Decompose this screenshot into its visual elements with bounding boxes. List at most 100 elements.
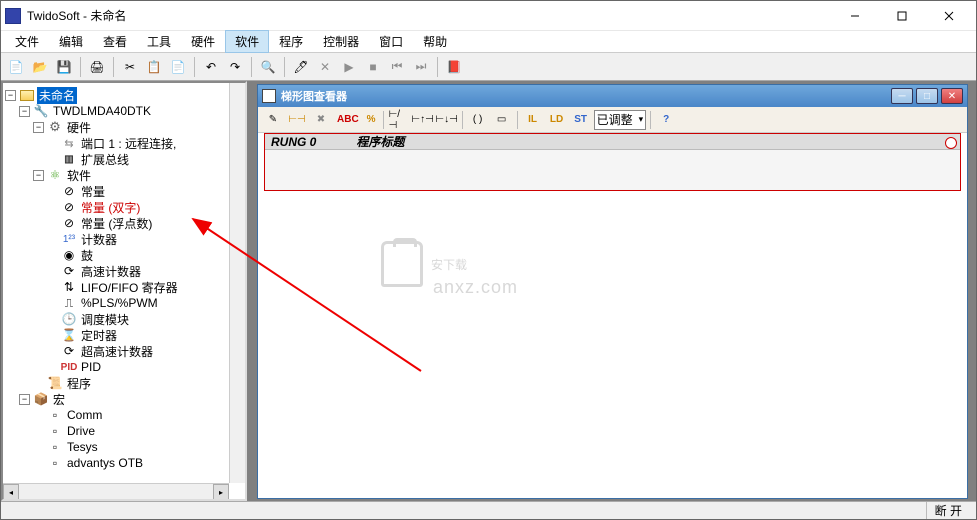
ladder-block-button[interactable]: ▭	[491, 110, 513, 130]
separator	[113, 57, 114, 77]
tree-software[interactable]: −⚛软件	[5, 167, 247, 183]
ladder-help-button[interactable]: ?	[655, 110, 677, 130]
child-toolbar: ✎ ⊢⊣ ✖ ABC % ⊢/⊣ ⊢↑⊣ ⊢↓⊣ ( ) ▭ IL LD ST …	[258, 107, 967, 133]
redo-button[interactable]: ↷	[224, 56, 246, 78]
ladder-symbol-button[interactable]: ABC	[334, 110, 362, 130]
tree-lifo-fifo[interactable]: ⇅LIFO/FIFO 寄存器	[5, 279, 247, 295]
menu-view[interactable]: 查看	[93, 30, 137, 53]
paste-button[interactable]: 📄	[167, 56, 189, 78]
child-close-button[interactable]: ✕	[941, 88, 963, 104]
tree-constant-float[interactable]: ⊘常量 (浮点数)	[5, 215, 247, 231]
print-button[interactable]: 🖨	[86, 56, 108, 78]
tree-constant-dword[interactable]: ⊘常量 (双字)	[5, 199, 247, 215]
separator	[462, 111, 463, 129]
menu-controller[interactable]: 控制器	[313, 30, 369, 53]
ladder-step-button[interactable]: ST	[570, 110, 592, 130]
menu-hardware[interactable]: 硬件	[181, 30, 225, 53]
disconnect-button[interactable]: ✕	[314, 56, 336, 78]
connect-button[interactable]: 🖊	[290, 56, 312, 78]
menu-help[interactable]: 帮助	[413, 30, 457, 53]
tree-very-high-speed-counter[interactable]: ⟳超高速计数器	[5, 343, 247, 359]
separator	[437, 57, 438, 77]
run-button[interactable]: ▶	[338, 56, 360, 78]
menu-edit[interactable]: 编辑	[49, 30, 93, 53]
ladder-nc-contact-button[interactable]: ⊢/⊣	[388, 110, 410, 130]
ladder-ld-button[interactable]: LD	[546, 110, 568, 130]
scroll-left-icon[interactable]: ◂	[3, 484, 19, 500]
mdi-area: 梯形图查看器 ─ □ ✕ ✎ ⊢⊣ ✖ ABC % ⊢/⊣ ⊢↑⊣ ⊢↓⊣ ( …	[247, 81, 976, 501]
child-titlebar[interactable]: 梯形图查看器 ─ □ ✕	[258, 85, 967, 107]
stop-button[interactable]: ■	[362, 56, 384, 78]
tree-panel[interactable]: −未命名 −🔧TWDLMDA40DTK −⚙硬件 ⇆端口 1 : 远程连接, ▥…	[1, 81, 247, 501]
scroll-right-icon[interactable]: ▸	[213, 484, 229, 500]
tree-root[interactable]: −未命名	[5, 87, 247, 103]
tree-high-speed-counter[interactable]: ⟳高速计数器	[5, 263, 247, 279]
ladder-rung-area[interactable]: RUNG 0 程序标题	[264, 133, 961, 191]
close-button[interactable]	[926, 2, 972, 30]
tree-schedule[interactable]: 🕒调度模块	[5, 311, 247, 327]
separator	[383, 111, 384, 129]
tree-counter[interactable]: 1²³计数器	[5, 231, 247, 247]
separator	[517, 111, 518, 129]
separator	[251, 57, 252, 77]
tree-drive[interactable]: ▫Drive	[5, 423, 247, 439]
ladder-coil-button[interactable]: ( )	[467, 110, 489, 130]
separator	[650, 111, 651, 129]
ladder-rising-button[interactable]: ⊢↑⊣	[412, 110, 434, 130]
tree-advantys[interactable]: ▫advantys OTB	[5, 455, 247, 471]
ladder-view-mode-select[interactable]: 已调整	[594, 110, 647, 130]
tree-device[interactable]: −🔧TWDLMDA40DTK	[5, 103, 247, 119]
ladder-falling-button[interactable]: ⊢↓⊣	[436, 110, 458, 130]
ladder-contact-button[interactable]: ⊢⊣	[286, 110, 308, 130]
tree-tesys[interactable]: ▫Tesys	[5, 439, 247, 455]
menu-file[interactable]: 文件	[5, 30, 49, 53]
tree-expansion-bus[interactable]: ▥扩展总线	[5, 151, 247, 167]
next-button[interactable]: ⏭	[410, 56, 432, 78]
tree-macro[interactable]: −📦宏	[5, 391, 247, 407]
child-window-icon	[262, 89, 276, 103]
child-minimize-button[interactable]: ─	[891, 88, 913, 104]
ladder-rung-body[interactable]	[265, 150, 960, 190]
undo-button[interactable]: ↶	[200, 56, 222, 78]
menu-software[interactable]: 软件	[225, 30, 269, 53]
cut-button[interactable]: ✂	[119, 56, 141, 78]
menu-tool[interactable]: 工具	[137, 30, 181, 53]
tree-pid[interactable]: PIDPID	[5, 359, 247, 375]
ladder-il-button[interactable]: IL	[522, 110, 544, 130]
breakpoint-indicator-icon	[945, 137, 957, 149]
tree-comm[interactable]: ▫Comm	[5, 407, 247, 423]
new-button[interactable]: 📄	[5, 56, 27, 78]
select-value: 已调整	[597, 111, 633, 128]
tree-vscrollbar[interactable]	[229, 83, 245, 483]
separator	[194, 57, 195, 77]
ladder-viewer-window: 梯形图查看器 ─ □ ✕ ✎ ⊢⊣ ✖ ABC % ⊢/⊣ ⊢↑⊣ ⊢↓⊣ ( …	[257, 84, 968, 499]
save-button[interactable]: 💾	[53, 56, 75, 78]
tree-hardware[interactable]: −⚙硬件	[5, 119, 247, 135]
connection-status: 断 开	[926, 502, 970, 519]
tree-timer[interactable]: ⌛定时器	[5, 327, 247, 343]
tree-drum[interactable]: ◉鼓	[5, 247, 247, 263]
maximize-button[interactable]	[879, 2, 925, 30]
tree-hscrollbar[interactable]: ◂ ▸	[3, 483, 229, 499]
open-button[interactable]: 📂	[29, 56, 51, 78]
ladder-delete-button[interactable]: ✖	[310, 110, 332, 130]
tree-constant[interactable]: ⊘常量	[5, 183, 247, 199]
analyze-button[interactable]: 🔍	[257, 56, 279, 78]
tree-program[interactable]: 📜程序	[5, 375, 247, 391]
tree-port1[interactable]: ⇆端口 1 : 远程连接,	[5, 135, 247, 151]
workspace: −未命名 −🔧TWDLMDA40DTK −⚙硬件 ⇆端口 1 : 远程连接, ▥…	[1, 81, 976, 501]
separator	[80, 57, 81, 77]
minimize-button[interactable]	[832, 2, 878, 30]
menu-window[interactable]: 窗口	[369, 30, 413, 53]
child-window-title: 梯形图查看器	[281, 88, 891, 104]
copy-button[interactable]: 📋	[143, 56, 165, 78]
ladder-address-button[interactable]: %	[364, 110, 379, 130]
tree-pls-pwm[interactable]: ⎍%PLS/%PWM	[5, 295, 247, 311]
prev-button[interactable]: ⏮	[386, 56, 408, 78]
child-maximize-button[interactable]: □	[916, 88, 938, 104]
help-button[interactable]: 📕	[443, 56, 465, 78]
menu-program[interactable]: 程序	[269, 30, 313, 53]
scroll-track[interactable]	[19, 484, 213, 499]
ladder-cursor-button[interactable]: ✎	[262, 110, 284, 130]
window-title: TwidoSoft - 未命名	[27, 7, 832, 24]
